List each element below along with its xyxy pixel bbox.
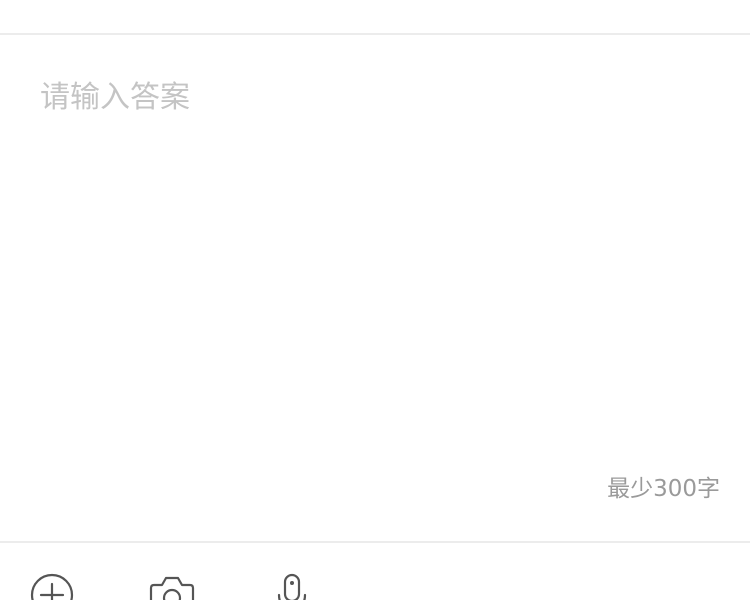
editor-toolbar [0, 543, 750, 600]
top-bar [0, 0, 750, 33]
camera-button[interactable] [148, 571, 196, 600]
plus-circle-icon [28, 571, 76, 600]
answer-input[interactable] [40, 79, 710, 459]
microphone-icon [268, 571, 316, 600]
voice-button[interactable] [268, 571, 316, 600]
answer-editor-screen: 最少300字 [0, 0, 750, 600]
min-length-hint: 最少300字 [607, 476, 720, 502]
camera-icon [148, 571, 196, 600]
add-button[interactable] [28, 571, 76, 600]
answer-editor: 最少300字 [0, 35, 750, 541]
